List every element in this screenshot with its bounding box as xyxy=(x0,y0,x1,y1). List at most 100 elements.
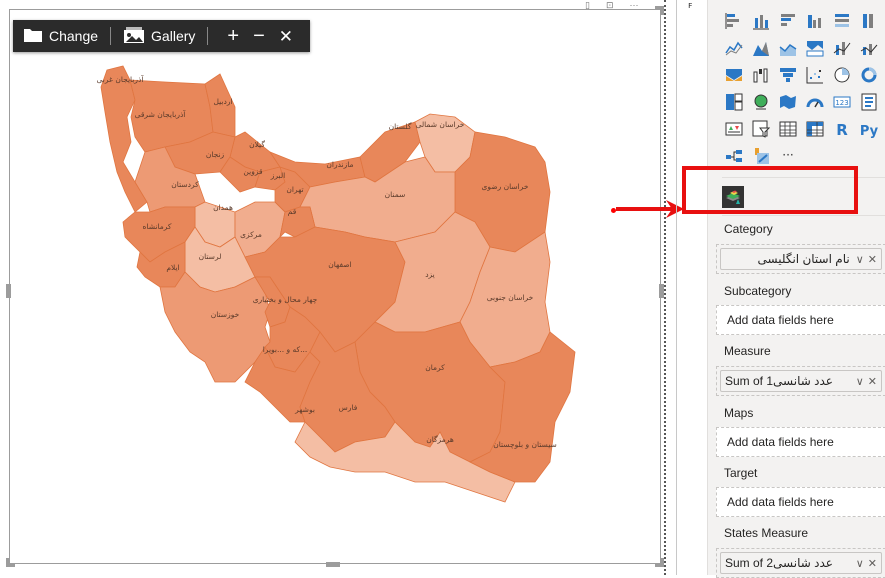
target-well[interactable]: Add data fields here xyxy=(716,487,885,517)
measure-field-name: Sum of عدد شانسی1 xyxy=(725,374,833,388)
svg-text:123: 123 xyxy=(835,99,848,107)
pane-divider xyxy=(676,0,677,575)
pie-chart-icon[interactable] xyxy=(830,63,854,87)
province-label: مازندران xyxy=(326,160,353,169)
more-icon[interactable]: ··· xyxy=(776,144,800,168)
remove-field-icon[interactable]: ✕ xyxy=(868,253,877,266)
iran-choropleth-map[interactable]: آذربایجان غربی آذربایجان شرقی اردبیل گیلان ز… xyxy=(95,62,585,532)
resize-corner-top-right[interactable] xyxy=(655,6,664,15)
province-label: بوشهر xyxy=(294,405,315,414)
resize-corner-bottom-right[interactable] xyxy=(655,558,664,567)
clustered-bar-icon[interactable] xyxy=(776,9,800,33)
area-chart-icon[interactable] xyxy=(749,36,773,60)
svg-text:Py: Py xyxy=(860,124,878,138)
r-visual-icon[interactable]: R xyxy=(830,117,854,141)
province-label: سمنان xyxy=(385,190,406,199)
province-label: قم xyxy=(288,207,297,216)
pin-icon[interactable]: ▯ xyxy=(585,0,590,10)
change-button[interactable]: Change xyxy=(23,27,98,46)
zoom-out-button[interactable]: − xyxy=(246,26,272,46)
svg-text:R: R xyxy=(836,121,848,138)
province-label: کرمان xyxy=(425,363,445,372)
pane-edge-mark: ꜰ xyxy=(688,0,693,10)
resize-corner-bottom-left[interactable] xyxy=(6,558,15,567)
province-label: قزوین xyxy=(243,167,263,176)
remove-field-icon[interactable]: ✕ xyxy=(868,557,877,570)
focus-mode-icon[interactable]: ⊡ xyxy=(606,0,614,10)
kpi-icon[interactable] xyxy=(722,117,746,141)
100-stacked-bar-icon[interactable] xyxy=(830,9,854,33)
slicer-icon[interactable] xyxy=(749,117,773,141)
stacked-column-icon[interactable] xyxy=(749,9,773,33)
python-visual-icon[interactable]: Py xyxy=(857,117,881,141)
maps-well[interactable]: Add data fields here xyxy=(716,427,885,457)
line-clustered-column-icon[interactable] xyxy=(830,36,854,60)
resize-handle-right[interactable] xyxy=(659,284,664,298)
svg-text:···: ··· xyxy=(782,148,793,162)
table-icon[interactable] xyxy=(776,117,800,141)
chevron-down-icon[interactable]: ∨ xyxy=(856,557,864,570)
zoom-in-button[interactable]: + xyxy=(220,26,246,46)
multi-row-card-icon[interactable] xyxy=(857,90,881,114)
reset-view-button[interactable]: ✕ xyxy=(272,28,300,45)
clustered-column-icon[interactable] xyxy=(803,9,827,33)
subcategory-well[interactable]: Add data fields here xyxy=(716,305,885,335)
states-measure-well[interactable]: Sum of عدد شانسی2 ∨ ✕ xyxy=(716,548,885,578)
funnel-icon[interactable] xyxy=(776,63,800,87)
province-label: یزد xyxy=(425,270,435,279)
resize-handle-bottom[interactable] xyxy=(326,562,340,567)
chevron-down-icon[interactable]: ∨ xyxy=(856,253,864,266)
matrix-icon[interactable] xyxy=(803,117,827,141)
province-label: ...که و ...بویرا xyxy=(263,345,308,354)
ribbon-icon[interactable] xyxy=(722,63,746,87)
decomposition-tree-icon[interactable] xyxy=(722,144,746,168)
states-measure-label: States Measure xyxy=(724,526,809,540)
ribbon-chart-icon[interactable] xyxy=(803,36,827,60)
toolbar-separator xyxy=(110,27,112,45)
donut-chart-icon[interactable] xyxy=(857,63,881,87)
category-label: Category xyxy=(724,222,773,236)
province-label: فارس xyxy=(339,403,358,412)
scatter-icon[interactable] xyxy=(803,63,827,87)
province-label: اصفهان xyxy=(328,260,352,269)
gauge-icon[interactable] xyxy=(803,90,827,114)
states-measure-field-name: Sum of عدد شانسی2 xyxy=(725,556,833,570)
states-measure-field-pill[interactable]: Sum of عدد شانسی2 ∨ ✕ xyxy=(720,552,882,574)
province-label: ایلام xyxy=(166,263,179,272)
province-label: آذربایجان غربی xyxy=(97,74,145,84)
line-chart-icon[interactable] xyxy=(722,36,746,60)
target-label: Target xyxy=(724,466,758,480)
frame-divider xyxy=(664,0,666,575)
map-toolbar: Change Gallery + − ✕ xyxy=(13,20,311,52)
map-icon[interactable] xyxy=(749,90,773,114)
more-options-icon[interactable]: ··· xyxy=(630,0,639,10)
toolbar-separator xyxy=(207,27,209,45)
treemap-icon[interactable] xyxy=(722,90,746,114)
stacked-bar-icon[interactable] xyxy=(722,9,746,33)
stacked-area-icon[interactable] xyxy=(776,36,800,60)
gallery-label: Gallery xyxy=(151,28,196,44)
highlight-box xyxy=(682,166,858,214)
category-well[interactable]: نام استان انگلیسی ∨ ✕ xyxy=(716,244,885,274)
100-stacked-column-icon[interactable] xyxy=(857,9,881,33)
waterfall-icon[interactable] xyxy=(749,63,773,87)
chevron-down-icon[interactable]: ∨ xyxy=(856,375,864,388)
filled-map-icon[interactable] xyxy=(776,90,800,114)
province-label: آذربایجان شرقی xyxy=(135,109,187,119)
measure-field-pill[interactable]: Sum of عدد شانسی1 ∨ ✕ xyxy=(720,370,882,392)
measure-well[interactable]: Sum of عدد شانسی1 ∨ ✕ xyxy=(716,366,885,396)
maps-label: Maps xyxy=(724,406,754,420)
key-influencers-icon[interactable] xyxy=(749,144,773,168)
resize-handle-left[interactable] xyxy=(6,284,11,298)
visual-type-gallery: 123 R Py ··· xyxy=(722,9,881,168)
province-label: همدان xyxy=(213,203,233,212)
province-label: مرکزی xyxy=(240,230,262,239)
province-label: خراسان رضوی xyxy=(481,182,528,191)
gallery-button[interactable]: Gallery xyxy=(123,26,195,47)
remove-field-icon[interactable]: ✕ xyxy=(868,375,877,388)
card-icon[interactable]: 123 xyxy=(830,90,854,114)
pane-separator xyxy=(722,215,885,216)
category-field-pill[interactable]: نام استان انگلیسی ∨ ✕ xyxy=(720,248,882,270)
province-label: زنجان xyxy=(206,150,225,159)
line-stacked-column-icon[interactable] xyxy=(857,36,881,60)
